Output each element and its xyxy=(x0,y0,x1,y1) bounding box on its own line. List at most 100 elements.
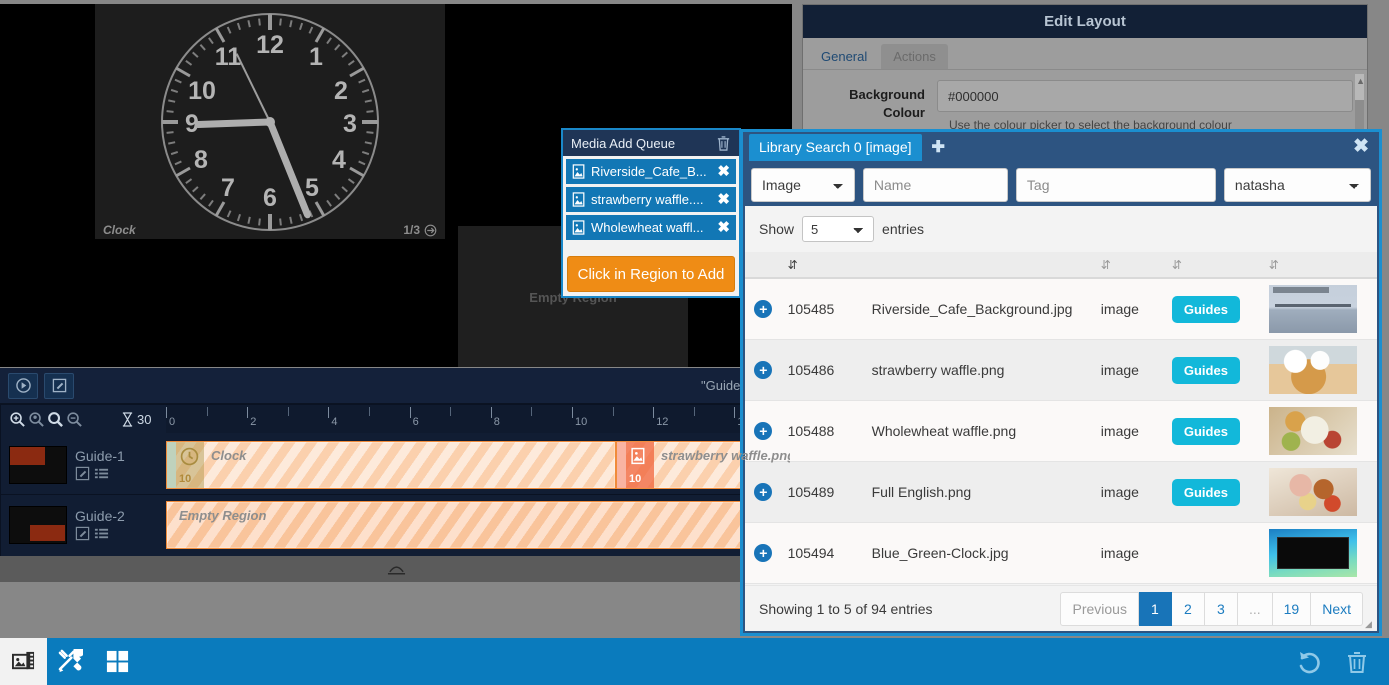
taskbar-right-actions xyxy=(1286,638,1389,685)
library-filters: Image natasha xyxy=(743,162,1379,210)
timeline-duration-group: 30 xyxy=(121,405,151,433)
zoom-actual-icon[interactable] xyxy=(47,411,64,428)
timeline-row-guide-1: Guide-1 xyxy=(1,435,791,495)
guides-button[interactable]: Guides xyxy=(1172,357,1240,384)
plus-icon[interactable]: ✚ xyxy=(932,137,945,157)
media-queue-item[interactable]: Wholewheat waffl... ✖ xyxy=(566,215,736,240)
guides-button[interactable]: Guides xyxy=(1172,418,1240,445)
ruler-tick xyxy=(166,407,167,418)
timeline-widget-empty-region[interactable]: Empty Region xyxy=(166,501,791,549)
svg-text:6: 6 xyxy=(263,184,277,212)
ruler-label: 4 xyxy=(331,416,337,428)
guides-button[interactable]: Guides xyxy=(1172,296,1240,323)
table-row[interactable]: + 105488 Wholewheat waffle.png image Gui… xyxy=(745,401,1377,462)
pagination-next[interactable]: Next xyxy=(1311,592,1363,626)
taskbar-delete-button[interactable] xyxy=(1333,638,1380,685)
zoom-out-icon[interactable] xyxy=(66,411,83,428)
ruler-label: 12 xyxy=(656,416,668,428)
trash-icon xyxy=(1346,650,1368,674)
taskbar-undo-button[interactable] xyxy=(1286,638,1333,685)
plus-circle-icon[interactable]: + xyxy=(754,483,772,501)
region-list-icon[interactable] xyxy=(94,526,109,541)
timeline-track-guide-1[interactable]: 10 Clock 10 strawberry waffle.png xyxy=(166,441,791,489)
col-header-id[interactable]: ⇵ xyxy=(782,252,866,278)
media-thumbnail[interactable] xyxy=(1269,468,1357,516)
col-header-name[interactable] xyxy=(866,252,1095,278)
plus-circle-icon[interactable]: + xyxy=(754,422,772,440)
timeline-rowhead-guide-2[interactable]: Guide-2 xyxy=(1,495,166,554)
timeline-row-name: Guide-2 xyxy=(75,508,125,524)
library-search-tab[interactable]: Library Search 0 [image] xyxy=(749,134,922,161)
col-header-guides[interactable]: ⇵ xyxy=(1166,252,1263,278)
media-name: Blue_Green-Clock.jpg xyxy=(866,523,1095,584)
edit-icon xyxy=(52,378,67,393)
col-header-add[interactable] xyxy=(745,252,782,278)
close-icon[interactable]: ✖ xyxy=(717,192,730,207)
app-root: 12 1 2 3 4 5 6 7 8 9 10 xyxy=(0,0,1389,685)
region-list-icon[interactable] xyxy=(94,466,109,481)
timeline-rowhead-guide-1[interactable]: Guide-1 xyxy=(1,435,166,494)
media-type-select[interactable]: Image xyxy=(751,168,855,202)
timeline-track-guide-2[interactable]: Empty Region xyxy=(166,501,791,549)
region-edit-icon[interactable] xyxy=(75,466,90,481)
timeline-widget-clock[interactable]: 10 Clock xyxy=(166,441,616,489)
taskbar-layouts-button[interactable] xyxy=(94,638,141,685)
media-library-icon xyxy=(11,650,36,673)
bottom-taskbar xyxy=(0,638,1389,685)
taskbar-media-library-button[interactable] xyxy=(0,638,47,685)
scroll-up-arrow-icon[interactable]: ▲ xyxy=(1356,76,1365,86)
close-icon[interactable]: ✖ xyxy=(1353,137,1369,156)
plus-circle-icon[interactable]: + xyxy=(754,544,772,562)
sort-icon: ⇵ xyxy=(1269,258,1279,272)
table-row[interactable]: + 105494 Blue_Green-Clock.jpg image xyxy=(745,523,1377,584)
background-colour-input[interactable] xyxy=(937,80,1353,112)
preview-region-guide-1[interactable]: 12 1 2 3 4 5 6 7 8 9 10 xyxy=(95,4,445,239)
region-edit-icon[interactable] xyxy=(75,526,90,541)
close-icon[interactable]: ✖ xyxy=(717,164,730,179)
media-thumbnail[interactable] xyxy=(1269,346,1357,394)
library-table-footer: Showing 1 to 5 of 94 entries Previous 1 … xyxy=(745,585,1377,631)
pagination-page-19[interactable]: 19 xyxy=(1273,592,1312,626)
timeline-collapse-strip[interactable] xyxy=(0,556,792,582)
media-thumbnail[interactable] xyxy=(1269,529,1357,577)
pagination-page-2[interactable]: 2 xyxy=(1172,592,1205,626)
zoom-in-icon[interactable] xyxy=(9,411,26,428)
owner-select[interactable]: natasha xyxy=(1224,168,1371,202)
plus-circle-icon[interactable]: + xyxy=(754,300,772,318)
taskbar-tools-button[interactable] xyxy=(47,638,94,685)
timeline-ruler[interactable]: 02468101214 xyxy=(166,405,791,433)
table-row[interactable]: + 105489 Full English.png image Guides xyxy=(745,462,1377,523)
table-row[interactable]: + 105486 strawberry waffle.png image Gui… xyxy=(745,340,1377,401)
pagination-page-3[interactable]: 3 xyxy=(1205,592,1238,626)
tab-general[interactable]: General xyxy=(809,44,879,69)
show-entries-select[interactable]: 5 xyxy=(802,216,874,242)
layout-edit-button[interactable] xyxy=(44,373,74,399)
guides-button[interactable]: Guides xyxy=(1172,479,1240,506)
ruler-label: 6 xyxy=(413,416,419,428)
media-queue-item-label: strawberry waffle.... xyxy=(591,192,712,207)
click-in-region-to-add-button[interactable]: Click in Region to Add xyxy=(567,256,735,292)
zoom-locate-icon[interactable] xyxy=(28,411,45,428)
media-queue-item[interactable]: strawberry waffle.... ✖ xyxy=(566,187,736,212)
tab-actions[interactable]: Actions xyxy=(881,44,948,69)
pagination-previous[interactable]: Previous xyxy=(1060,592,1138,626)
preview-play-button[interactable] xyxy=(8,373,38,399)
table-row[interactable]: + 105485 Riverside_Cafe_Background.jpg i… xyxy=(745,278,1377,340)
resize-handle-icon[interactable]: ◢ xyxy=(1365,619,1377,631)
trash-icon[interactable] xyxy=(716,135,731,151)
plus-circle-icon[interactable]: + xyxy=(754,361,772,379)
timeline-duration-value: 30 xyxy=(137,412,151,427)
media-thumbnail[interactable] xyxy=(1269,407,1357,455)
close-icon[interactable]: ✖ xyxy=(717,220,730,235)
refresh-icon[interactable] xyxy=(424,224,437,237)
name-search-input[interactable] xyxy=(863,168,1008,202)
region-widget-label: Clock xyxy=(103,223,136,237)
col-header-thumbnail[interactable]: ⇵ xyxy=(1263,252,1377,278)
col-header-type[interactable]: ⇵ xyxy=(1095,252,1166,278)
pagination-page-1[interactable]: 1 xyxy=(1139,592,1172,626)
designer-filler xyxy=(0,582,792,638)
media-queue-item[interactable]: Riverside_Cafe_B... ✖ xyxy=(566,159,736,184)
ruler-tick xyxy=(653,407,654,418)
tag-search-input[interactable] xyxy=(1016,168,1216,202)
media-thumbnail[interactable] xyxy=(1269,285,1357,333)
